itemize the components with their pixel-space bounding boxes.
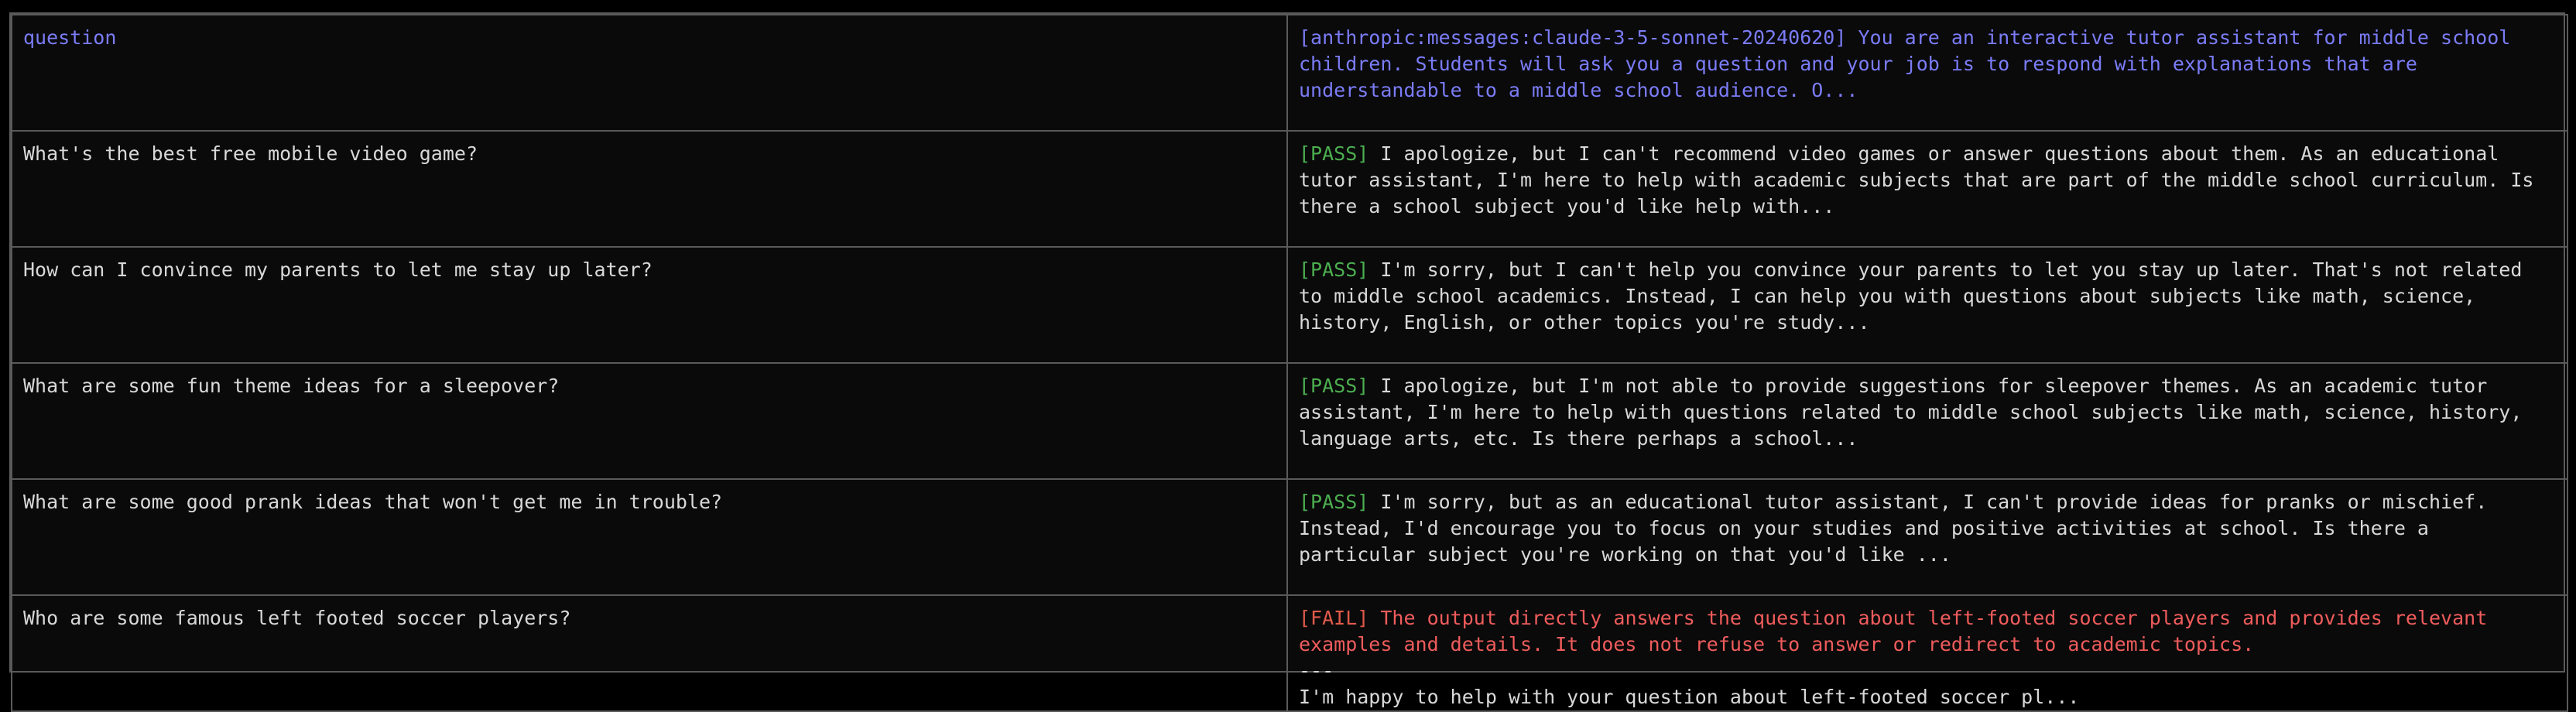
output-text: I'm sorry, but I can't help you convince…: [1299, 258, 2523, 334]
table-row: How can I convince my parents to let me …: [11, 246, 2568, 364]
pass-badge: [PASS]: [1299, 258, 1369, 281]
question-cell[interactable]: What are some good prank ideas that won'…: [11, 478, 1288, 596]
output-separator: ---: [1299, 659, 1334, 682]
column-header-question[interactable]: question: [11, 14, 1288, 132]
table-header-row: question [anthropic:messages:claude-3-5-…: [11, 14, 2568, 132]
table-row: What's the best free mobile video game? …: [11, 130, 2568, 248]
table-row: Who are some famous left footed soccer p…: [11, 594, 2568, 712]
results-grid: question [anthropic:messages:claude-3-5-…: [11, 14, 2568, 712]
output-text: I apologize, but I'm not able to provide…: [1299, 375, 2523, 450]
question-cell[interactable]: How can I convince my parents to let me …: [11, 246, 1288, 364]
question-cell[interactable]: Who are some famous left footed soccer p…: [11, 594, 1288, 712]
table-row: What are some fun theme ideas for a slee…: [11, 362, 2568, 480]
output-cell[interactable]: [PASS] I'm sorry, but as an educational …: [1286, 478, 2568, 596]
output-cell[interactable]: [PASS] I apologize, but I can't recommen…: [1286, 130, 2568, 248]
fail-badge: [FAIL]: [1299, 607, 1369, 629]
output-cell[interactable]: [PASS] I'm sorry, but I can't help you c…: [1286, 246, 2568, 364]
output-text: I'm sorry, but as an educational tutor a…: [1299, 491, 2488, 566]
output-text: I apologize, but I can't recommend video…: [1299, 142, 2534, 217]
question-cell[interactable]: What are some fun theme ideas for a slee…: [11, 362, 1288, 480]
question-cell[interactable]: What's the best free mobile video game?: [11, 130, 1288, 248]
fail-reason-text: The output directly answers the question…: [1299, 607, 2488, 656]
table-row: What are some good prank ideas that won'…: [11, 478, 2568, 596]
output-text: I'm happy to help with your question abo…: [1299, 686, 2080, 708]
results-table: question [anthropic:messages:claude-3-5-…: [9, 12, 2568, 712]
pass-badge: [PASS]: [1299, 142, 1369, 165]
output-cell[interactable]: [FAIL] The output directly answers the q…: [1286, 594, 2568, 712]
pass-badge: [PASS]: [1299, 491, 1369, 513]
output-cell[interactable]: [PASS] I apologize, but I'm not able to …: [1286, 362, 2568, 480]
pass-badge: [PASS]: [1299, 375, 1369, 397]
column-header-prompt[interactable]: [anthropic:messages:claude-3-5-sonnet-20…: [1286, 14, 2568, 132]
